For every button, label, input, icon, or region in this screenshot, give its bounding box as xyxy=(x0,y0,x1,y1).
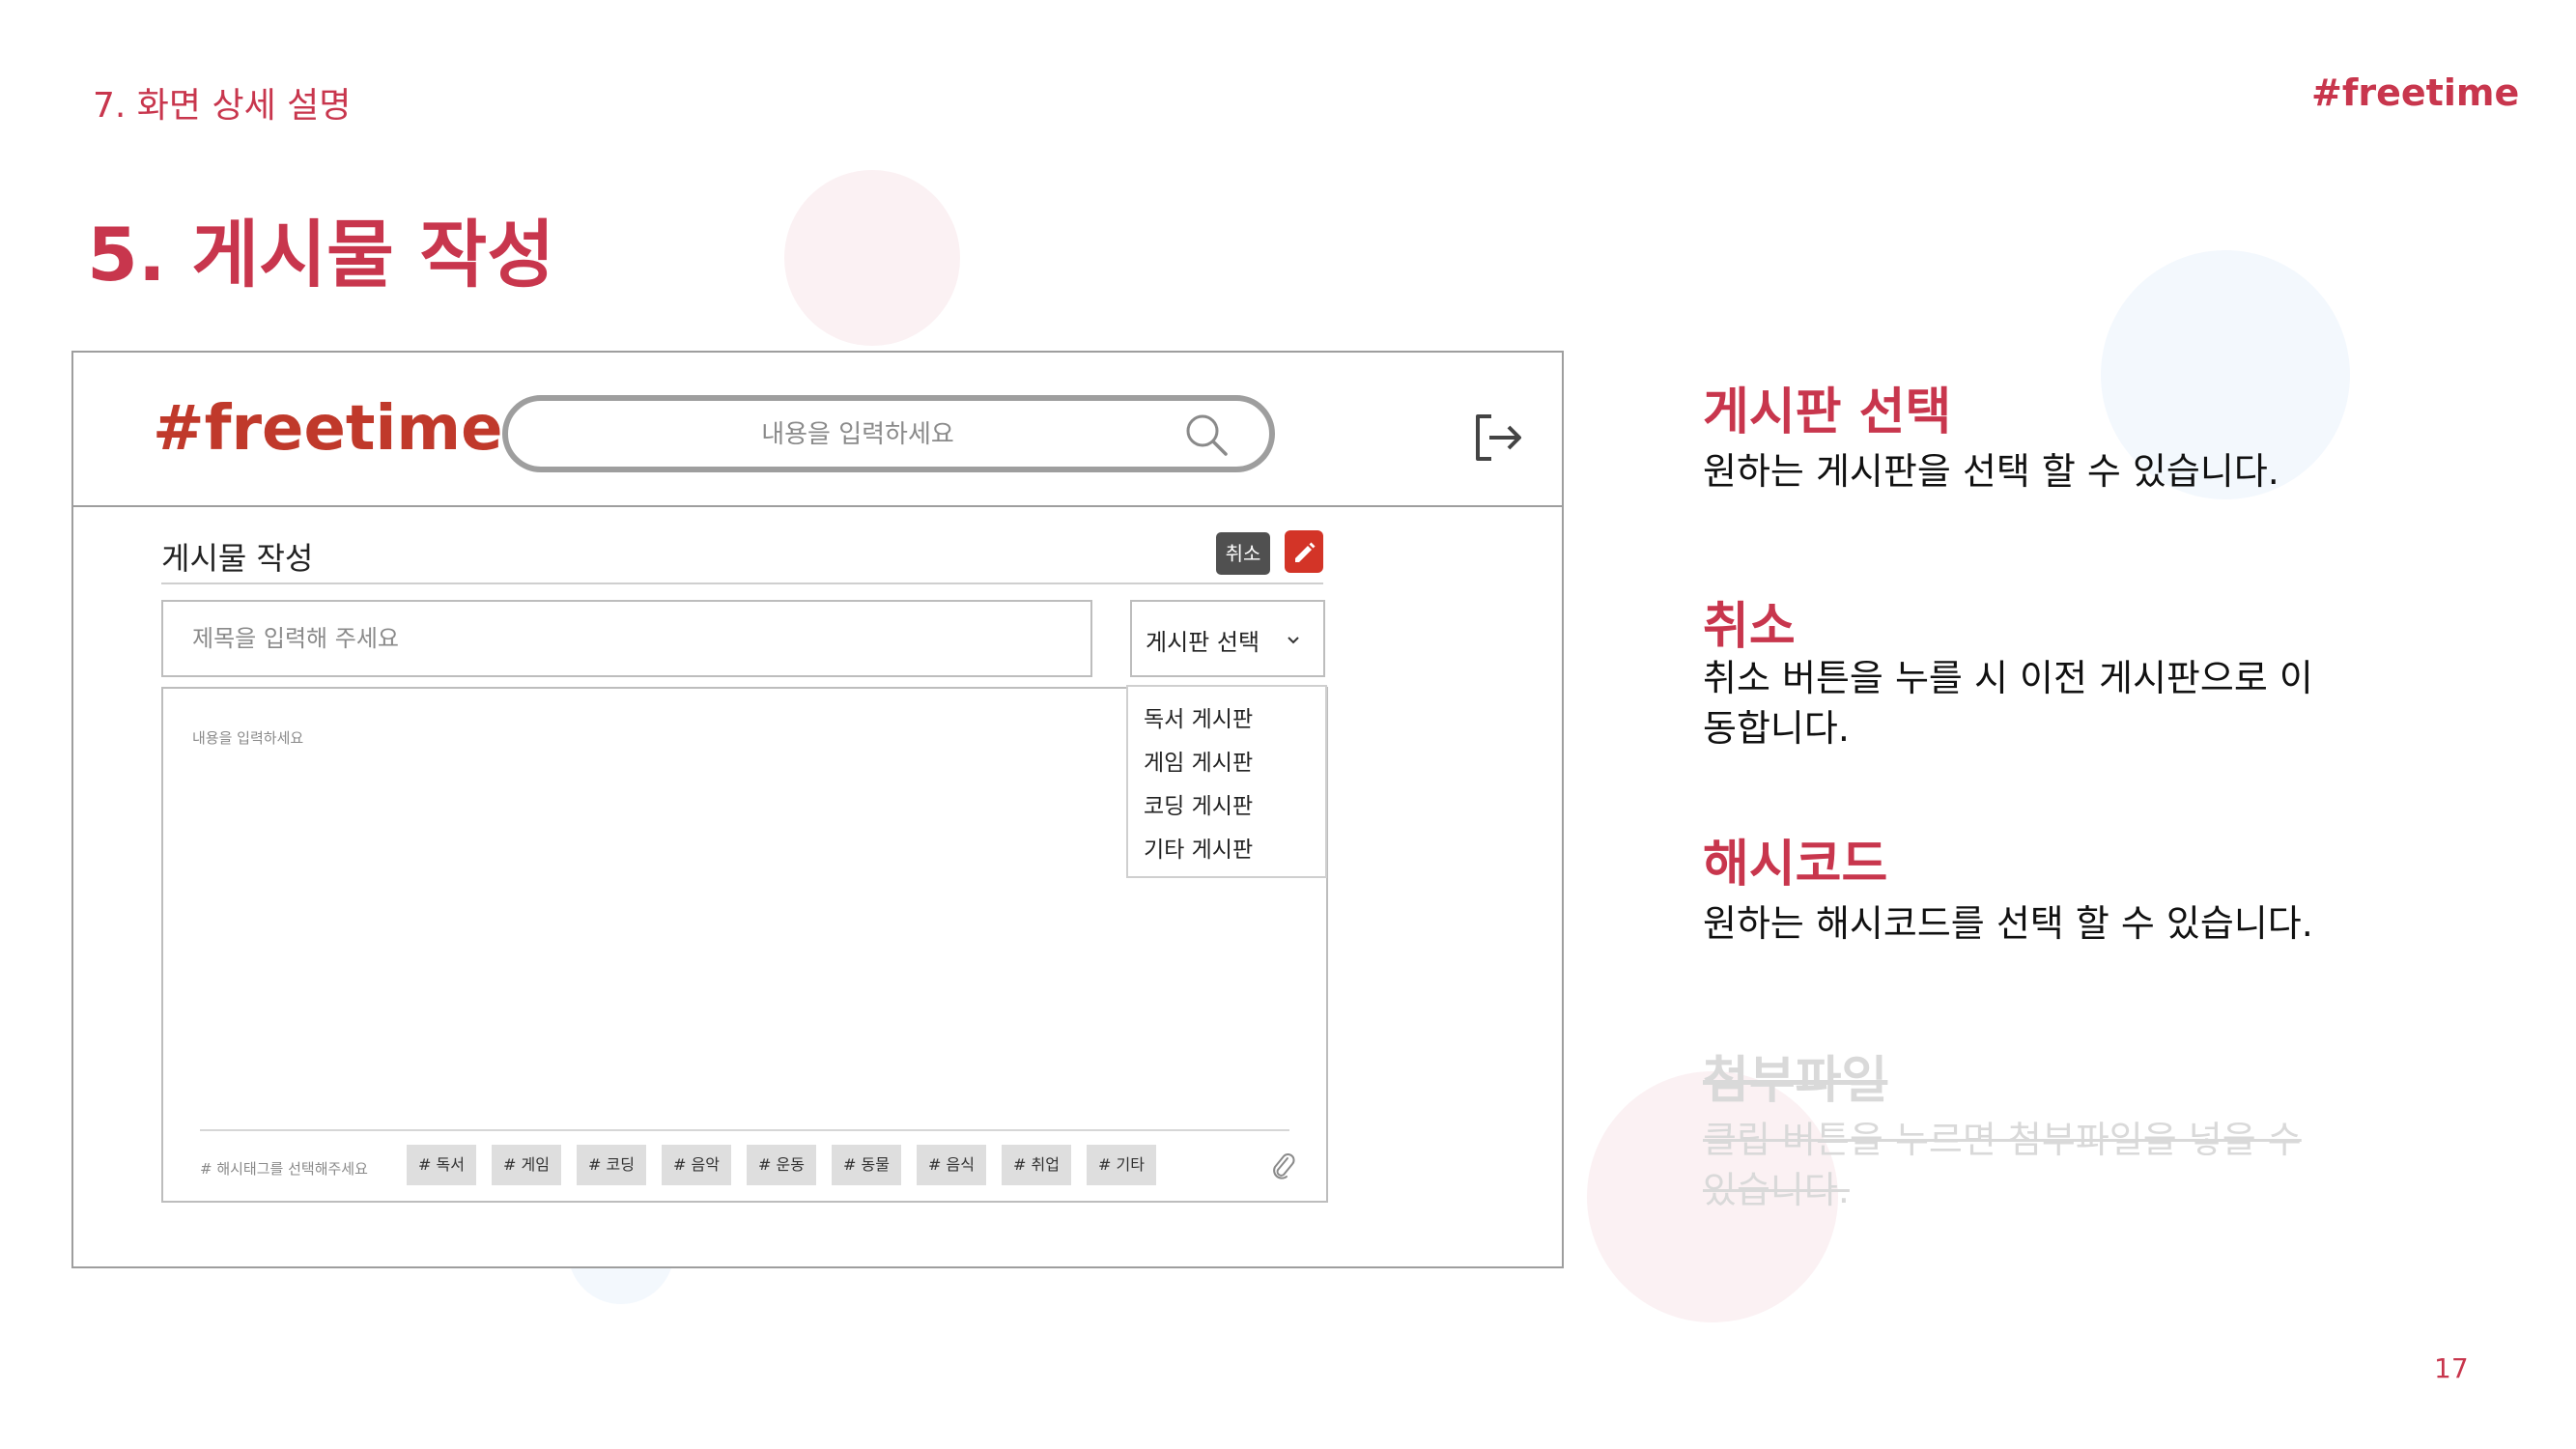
desc-text-attachment: 클립 버튼을 누르면 첨부파일을 넣을 수 있습니다. xyxy=(1703,1119,2302,1211)
board-select-label: 게시판 선택 xyxy=(1146,629,1260,656)
hashtag-chip[interactable]: # 운동 xyxy=(747,1145,816,1185)
brand-logo: #freetime xyxy=(2311,71,2520,114)
app-logo[interactable]: #freetime xyxy=(153,393,502,465)
form-title: 게시물 작성 xyxy=(161,540,314,577)
submit-post-button[interactable] xyxy=(1285,530,1323,573)
app-header: #freetime xyxy=(73,353,1562,507)
dropdown-item-etc[interactable]: 기타 게시판 xyxy=(1144,831,1253,864)
hashtag-chip[interactable]: # 취업 xyxy=(1002,1145,1071,1185)
dropdown-item-game[interactable]: 게임 게시판 xyxy=(1144,744,1253,777)
desc-title-attachment: 첨부파일 xyxy=(1703,1052,1888,1110)
desc-text-hashcode: 원하는 해시코드를 선택 할 수 있습니다. xyxy=(1703,902,2313,945)
desc-text-board-select: 원하는 게시판을 선택 할 수 있습니다. xyxy=(1703,450,2279,493)
dropdown-item-reading[interactable]: 독서 게시판 xyxy=(1144,700,1253,733)
content-placeholder: 내용을 입력하세요 xyxy=(192,729,304,747)
search-icon[interactable] xyxy=(1184,412,1229,457)
section-label: 7. 화면 상세 설명 xyxy=(93,86,352,126)
hashtag-label: # 해시태그를 선택해주세요 xyxy=(200,1160,368,1178)
board-dropdown-menu: 독서 게시판 게임 게시판 코딩 게시판 기타 게시판 xyxy=(1126,685,1327,878)
post-editor-mockup: #freetime 게시물 작성 취소 게시판 선택 내용을 입력하세요 xyxy=(71,351,1564,1268)
logout-icon[interactable] xyxy=(1470,411,1524,465)
hashtag-chip[interactable]: # 코딩 xyxy=(577,1145,646,1185)
desc-title-cancel: 취소 xyxy=(1703,598,1796,656)
search-bar[interactable] xyxy=(502,395,1275,472)
chevron-down-icon xyxy=(1288,637,1299,644)
hashtag-chip[interactable]: # 기타 xyxy=(1087,1145,1156,1185)
cancel-button[interactable]: 취소 xyxy=(1216,532,1270,575)
dropdown-item-coding[interactable]: 코딩 게시판 xyxy=(1144,787,1253,820)
divider xyxy=(200,1129,1289,1131)
divider xyxy=(161,582,1323,584)
hashtag-chip[interactable]: # 음악 xyxy=(662,1145,731,1185)
hashtag-chip[interactable]: # 독서 xyxy=(407,1145,476,1185)
paperclip-icon[interactable] xyxy=(1270,1151,1295,1181)
page-number: 17 xyxy=(2434,1352,2469,1384)
desc-title-board-select: 게시판 선택 xyxy=(1703,384,1952,441)
pencil-icon xyxy=(1295,542,1316,562)
board-select[interactable]: 게시판 선택 xyxy=(1130,600,1325,677)
desc-title-hashcode: 해시코드 xyxy=(1703,836,1888,894)
post-title-input[interactable] xyxy=(161,600,1092,677)
desc-text-cancel: 취소 버튼을 누를 시 이전 게시판으로 이동합니다. xyxy=(1703,657,2313,750)
search-input[interactable] xyxy=(566,401,1149,469)
hashtag-chip[interactable]: # 음식 xyxy=(917,1145,986,1185)
hashtag-chip[interactable]: # 게임 xyxy=(492,1145,561,1185)
hashtag-chip[interactable]: # 동물 xyxy=(832,1145,901,1185)
page-title: 5. 게시물 작성 xyxy=(87,212,555,298)
decor-circle xyxy=(784,170,960,346)
